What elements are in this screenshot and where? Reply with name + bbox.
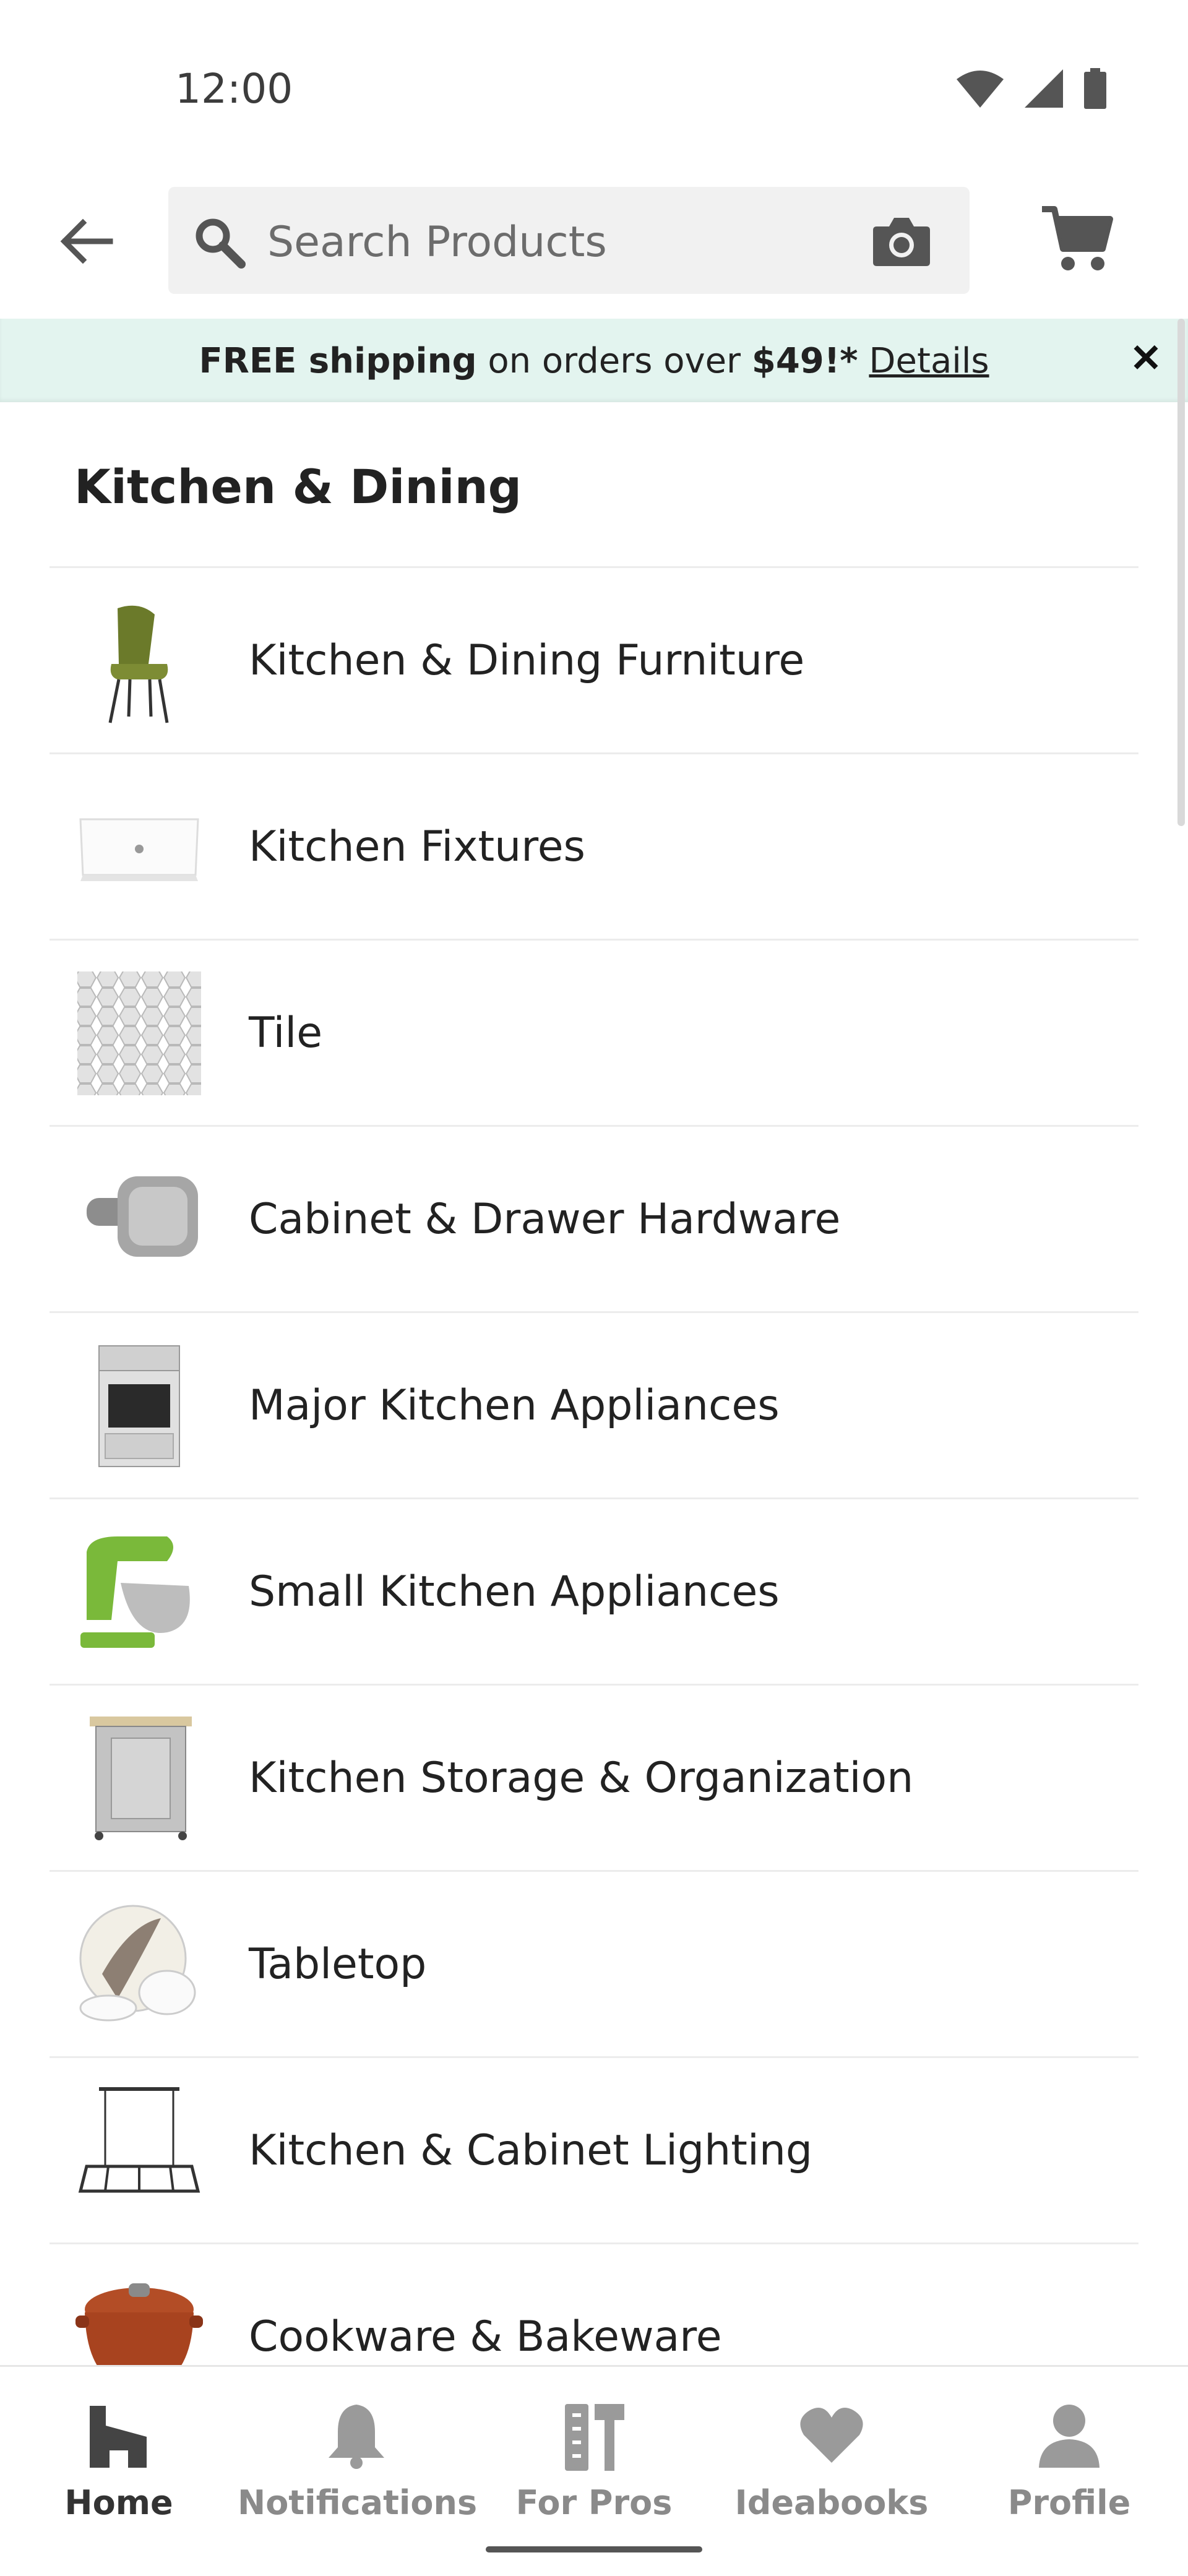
back-button[interactable] xyxy=(56,210,118,272)
category-list: Kitchen & Dining Furniture Kitchen Fixtu… xyxy=(50,566,1138,2429)
nav-ideabooks[interactable]: Ideabooks xyxy=(713,2392,950,2522)
category-item-tile[interactable]: Tile xyxy=(50,939,1138,1125)
bell-icon xyxy=(329,2405,384,2469)
status-bar: 12:00 xyxy=(0,0,1188,161)
scrollbar[interactable] xyxy=(1177,319,1185,826)
category-item-kitchen-cabinet-lighting[interactable]: Kitchen & Cabinet Lighting xyxy=(50,2056,1138,2242)
search-input[interactable]: Search Products xyxy=(168,187,970,294)
tile-thumbnail xyxy=(77,971,201,1095)
dishes-thumbnail xyxy=(79,1905,196,2022)
category-label: Major Kitchen Appliances xyxy=(249,1381,780,1430)
category-item-cabinet-drawer-hardware[interactable]: Cabinet & Drawer Hardware xyxy=(50,1125,1138,1311)
cart-button[interactable] xyxy=(1040,204,1114,275)
status-time: 12:00 xyxy=(175,65,293,113)
cart-icon xyxy=(1042,206,1113,270)
category-item-kitchen-fixtures[interactable]: Kitchen Fixtures xyxy=(50,752,1138,939)
pendant-light-thumbnail xyxy=(78,2087,200,2193)
category-label: Kitchen Storage & Organization xyxy=(249,1753,914,1803)
category-item-small-kitchen-appliances[interactable]: Small Kitchen Appliances xyxy=(50,1497,1138,1684)
chair-thumbnail xyxy=(108,605,169,723)
nav-label: For Pros xyxy=(515,2483,673,2522)
promo-amount: $49!* xyxy=(751,341,858,381)
nav-label: Ideabooks xyxy=(734,2483,929,2522)
sink-thumbnail xyxy=(79,818,199,881)
category-label: Small Kitchen Appliances xyxy=(249,1567,780,1616)
storage-cart-thumbnail xyxy=(90,1717,192,1840)
category-label: Tabletop xyxy=(249,1939,427,1989)
category-label: Kitchen & Dining Furniture xyxy=(249,635,805,685)
knob-thumbnail xyxy=(87,1176,198,1257)
promo-bold-lead: FREE shipping xyxy=(199,341,477,381)
category-label: Cabinet & Drawer Hardware xyxy=(249,1194,841,1244)
range-thumbnail xyxy=(98,1345,180,1467)
close-icon[interactable]: ✕ xyxy=(1127,340,1164,378)
category-label: Tile xyxy=(249,1008,323,1058)
nav-label: Profile xyxy=(1007,2483,1131,2522)
free-shipping-banner: FREE shipping on orders over $49!* Detai… xyxy=(0,319,1188,402)
cellular-signal-icon xyxy=(1025,69,1063,108)
promo-details-link[interactable]: Details xyxy=(869,341,989,381)
nav-for-pros[interactable]: For Pros xyxy=(475,2392,713,2522)
arrow-left-icon xyxy=(60,218,113,264)
category-label: Kitchen Fixtures xyxy=(249,822,585,871)
category-item-kitchen-storage-organization[interactable]: Kitchen Storage & Organization xyxy=(50,1684,1138,1870)
home-icon xyxy=(90,2406,147,2468)
nav-label: Notifications xyxy=(238,2483,478,2522)
wifi-icon xyxy=(957,71,1004,108)
mixer-thumbnail xyxy=(80,1536,190,1648)
nav-home[interactable]: Home xyxy=(0,2392,238,2522)
person-icon xyxy=(1039,2405,1100,2468)
search-icon xyxy=(196,218,246,269)
camera-icon[interactable] xyxy=(871,213,932,269)
tools-icon xyxy=(565,2404,624,2471)
bottom-navigation: Home Notifications For Pros Ideabooks Pr… xyxy=(0,2365,1188,2576)
search-placeholder: Search Products xyxy=(267,218,607,267)
battery-icon xyxy=(1084,68,1106,109)
nav-notifications[interactable]: Notifications xyxy=(238,2392,478,2522)
promo-text: FREE shipping on orders over $49!* Detai… xyxy=(0,341,1188,381)
page-title: Kitchen & Dining xyxy=(74,459,522,514)
gesture-home-indicator[interactable] xyxy=(486,2546,702,2552)
category-item-kitchen-dining-furniture[interactable]: Kitchen & Dining Furniture xyxy=(50,566,1138,752)
category-label: Kitchen & Cabinet Lighting xyxy=(249,2126,813,2175)
category-item-major-kitchen-appliances[interactable]: Major Kitchen Appliances xyxy=(50,1311,1138,1497)
nav-label: Home xyxy=(64,2483,173,2522)
promo-middle: on orders over xyxy=(476,341,752,381)
category-item-tabletop[interactable]: Tabletop xyxy=(50,1870,1138,2056)
status-icons xyxy=(955,68,1108,109)
nav-profile[interactable]: Profile xyxy=(950,2392,1188,2522)
app-bar: Search Products xyxy=(0,161,1188,319)
heart-icon xyxy=(800,2408,863,2463)
